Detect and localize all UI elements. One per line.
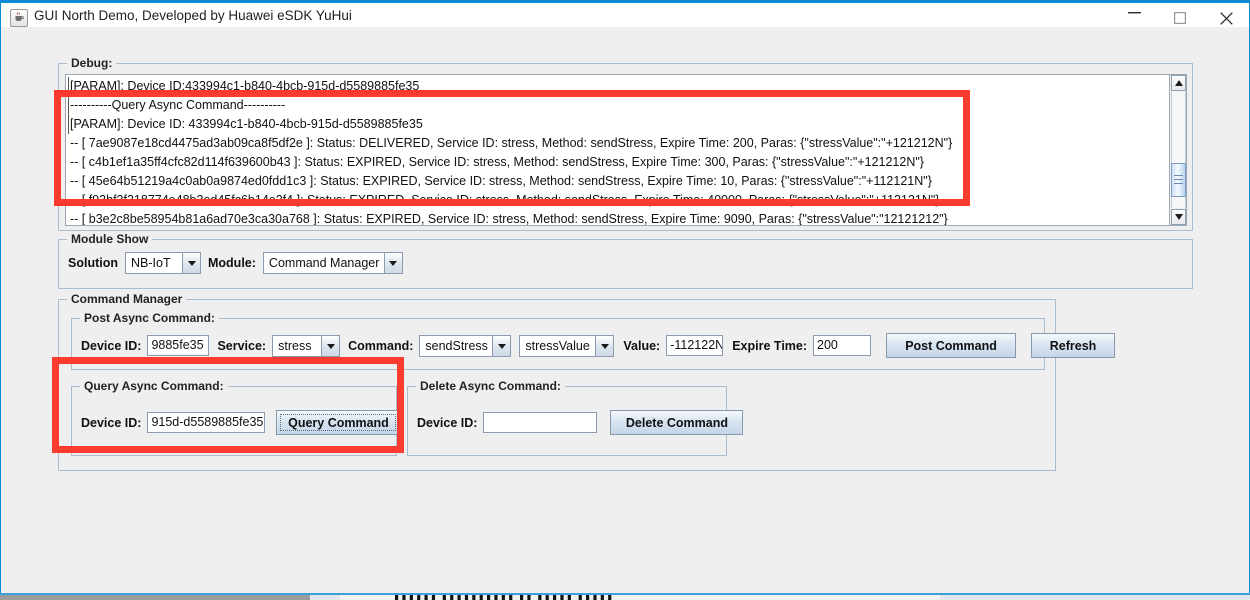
title-bar: GUI North Demo, Developed by Huawei eSDK… [0, 0, 1250, 27]
background-window-sliver: ▌▌▌▌▌▌ ▌▌▌▌▌▌▌▌▌▌ ▌▌ ▌▌▌▌▌ ▌▌▌▌▌ [0, 595, 1250, 600]
delete-device-id-label: Device ID: [417, 415, 478, 430]
solution-combobox-value: NB-IoT [125, 252, 182, 274]
solution-label: Solution [68, 256, 118, 270]
post-async-command-row: Device ID: 9885fe35 Service: stress Comm… [81, 333, 1116, 358]
delete-command-button[interactable]: Delete Command [610, 410, 744, 435]
close-icon[interactable] [1203, 3, 1249, 27]
post-command-combobox[interactable]: sendStress [419, 334, 512, 357]
background-window-text: ▌▌▌▌▌▌ ▌▌▌▌▌▌▌▌▌▌ ▌▌ ▌▌▌▌▌ ▌▌▌▌▌ [395, 595, 616, 600]
debug-output-textarea[interactable]: [PARAM]: Device ID:433994c1-b840-4bcb-91… [65, 74, 1187, 226]
delete-async-command-group: Delete Async Command: Device ID: Delete … [407, 379, 744, 456]
debug-line: -- [ b3e2c8be58954b81a6ad70e3ca30a768 ]:… [70, 212, 948, 226]
refresh-button[interactable]: Refresh [1031, 333, 1116, 358]
query-device-id-label: Device ID: [81, 415, 142, 430]
post-device-id-input[interactable]: 9885fe35 [147, 335, 210, 356]
post-value-input[interactable]: -112122N [666, 335, 724, 356]
chevron-down-icon[interactable] [492, 334, 512, 357]
caret-down-icon[interactable] [1171, 209, 1186, 225]
background-taskbar [0, 595, 310, 600]
module-show-row: Solution NB-IoT Module: Command Manager [68, 252, 403, 274]
debug-line: -- [ f93bf3f318774e48b3ed45fc6b14e2f4 ]:… [70, 193, 940, 207]
debug-line: -- [ c4b1ef1a35ff4cfc82d114f639600b43 ]:… [70, 155, 924, 169]
post-command-combobox-value: sendStress [419, 334, 493, 357]
debug-line: -- [ 7ae9087e18cd4475ad3ab09ca8f5df2e ]:… [70, 136, 953, 150]
post-service-combobox-value: stress [272, 334, 322, 357]
module-combobox-value: Command Manager [262, 252, 384, 274]
post-expire-time-label: Expire Time: [732, 338, 808, 353]
chevron-down-icon[interactable] [383, 252, 403, 274]
debug-line: [PARAM]: Device ID:433994c1-b840-4bcb-91… [70, 79, 420, 93]
command-manager-group: Command Manager Post Async Command: Devi… [58, 292, 1116, 471]
delete-device-id-input[interactable] [483, 412, 598, 433]
java-coffee-cup-icon [10, 9, 28, 27]
application-window: GUI North Demo, Developed by Huawei eSDK… [0, 0, 1250, 600]
debug-line: ----------Query Async Command---------- [70, 98, 286, 112]
delete-async-command-row: Device ID: Delete Command [417, 410, 744, 435]
post-service-combobox[interactable]: stress [272, 334, 341, 357]
post-command-label: Command: [348, 338, 414, 353]
module-show-group: Module Show Solution NB-IoT Module: Comm… [58, 232, 1193, 289]
module-label: Module: [208, 256, 256, 270]
debug-vertical-scrollbar[interactable] [1169, 75, 1186, 225]
chevron-down-icon[interactable] [595, 334, 615, 357]
post-value-label: Value: [623, 338, 661, 353]
debug-group-title: Debug: [67, 56, 117, 70]
delete-async-command-title: Delete Async Command: [416, 379, 565, 393]
post-param-combobox-value: stressValue [519, 334, 596, 357]
text-caret [68, 77, 69, 134]
maximize-icon[interactable] [1157, 3, 1203, 27]
scrollbar-thumb[interactable] [1171, 163, 1186, 197]
solution-combobox[interactable]: NB-IoT [125, 252, 201, 274]
debug-group: Debug: [PARAM]: Device ID:433994c1-b840-… [58, 56, 1193, 231]
query-command-button[interactable]: Query Command [276, 410, 401, 435]
debug-line-list: [PARAM]: Device ID:433994c1-b840-4bcb-91… [70, 77, 1160, 226]
post-async-command-title: Post Async Command: [80, 311, 219, 325]
query-async-command-row: Device ID: 915d-d5589885fe35 Query Comma… [81, 410, 401, 435]
query-async-command-group: Query Async Command: Device ID: 915d-d55… [71, 379, 401, 456]
post-expire-time-input[interactable]: 200 [813, 335, 872, 356]
post-service-label: Service: [217, 338, 267, 353]
post-command-button[interactable]: Post Command [886, 333, 1017, 358]
caret-up-icon[interactable] [1171, 75, 1186, 91]
post-device-id-label: Device ID: [81, 338, 142, 353]
minimize-icon[interactable] [1111, 3, 1157, 27]
module-show-group-title: Module Show [67, 232, 153, 246]
chevron-down-icon[interactable] [182, 252, 201, 274]
post-async-command-group: Post Async Command: Device ID: 9885fe35 … [71, 311, 1116, 370]
command-manager-group-title: Command Manager [67, 292, 187, 306]
chevron-down-icon[interactable] [321, 334, 341, 357]
debug-line: -- [ 45e64b51219a4c0ab0a9874ed0fdd1c3 ]:… [70, 174, 932, 188]
post-param-combobox[interactable]: stressValue [519, 334, 615, 357]
query-device-id-input[interactable]: 915d-d5589885fe35 [147, 412, 266, 433]
query-async-command-title: Query Async Command: [80, 379, 228, 393]
module-combobox[interactable]: Command Manager [262, 252, 403, 274]
window-title: GUI North Demo, Developed by Huawei eSDK… [34, 8, 352, 23]
debug-line: [PARAM]: Device ID: 433994c1-b840-4bcb-9… [70, 117, 423, 131]
client-area: Debug: [PARAM]: Device ID:433994c1-b840-… [0, 27, 1250, 593]
